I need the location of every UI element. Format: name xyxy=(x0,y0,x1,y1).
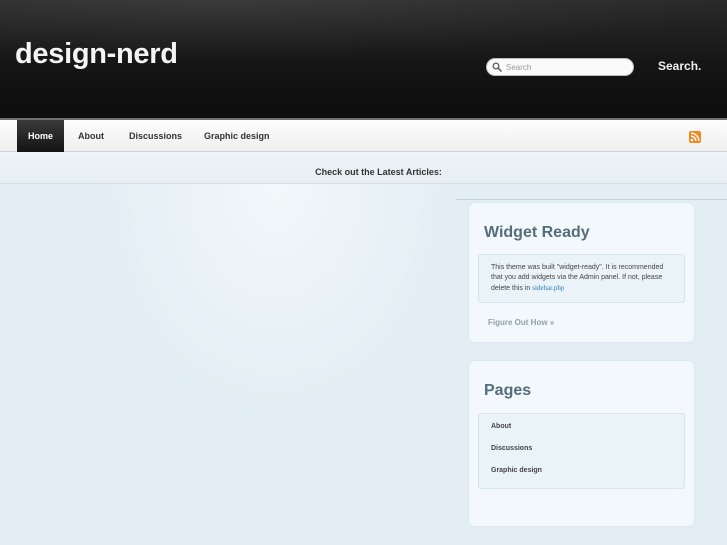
banner-heading: Check out the Latest Articles: xyxy=(315,167,442,177)
pages-panel: Pages About Discussions Graphic design xyxy=(469,361,694,526)
rss-icon[interactable] xyxy=(689,131,701,143)
widget-ready-panel: Widget Ready This theme was built "widge… xyxy=(469,203,694,342)
search-box[interactable] xyxy=(486,58,634,76)
nav-item-about[interactable]: About xyxy=(78,120,104,152)
search-input[interactable] xyxy=(506,60,626,74)
pages-title: Pages xyxy=(484,382,532,399)
widget-ready-box: This theme was built "widget-ready". It … xyxy=(478,254,685,303)
page-item-about[interactable]: About xyxy=(491,423,511,430)
main-nav: Home About Discussions Graphic design xyxy=(0,118,727,152)
sidebar-php-link[interactable]: sidebar.php xyxy=(532,284,564,292)
main-content xyxy=(0,184,460,545)
nav-item-graphic-design[interactable]: Graphic design xyxy=(204,120,270,152)
figure-out-how-link[interactable]: Figure Out How » xyxy=(488,318,554,327)
search-icon xyxy=(492,62,502,72)
nav-item-discussions[interactable]: Discussions xyxy=(129,120,182,152)
widget-ready-title: Widget Ready xyxy=(484,224,590,241)
site-header: design-nerd Search. xyxy=(0,0,727,118)
pages-list: About Discussions Graphic design xyxy=(478,413,685,489)
sidebar-divider xyxy=(456,199,727,200)
latest-articles-banner: Check out the Latest Articles: xyxy=(0,152,727,184)
nav-item-home[interactable]: Home xyxy=(17,120,65,152)
site-title[interactable]: design-nerd xyxy=(15,38,178,71)
page-item-graphic-design[interactable]: Graphic design xyxy=(491,467,542,474)
search-button[interactable]: Search. xyxy=(658,59,701,73)
widget-ready-body: This theme was built "widget-ready". It … xyxy=(491,264,664,292)
page-item-discussions[interactable]: Discussions xyxy=(491,445,532,452)
widget-ready-text: This theme was built "widget-ready". It … xyxy=(491,263,676,294)
